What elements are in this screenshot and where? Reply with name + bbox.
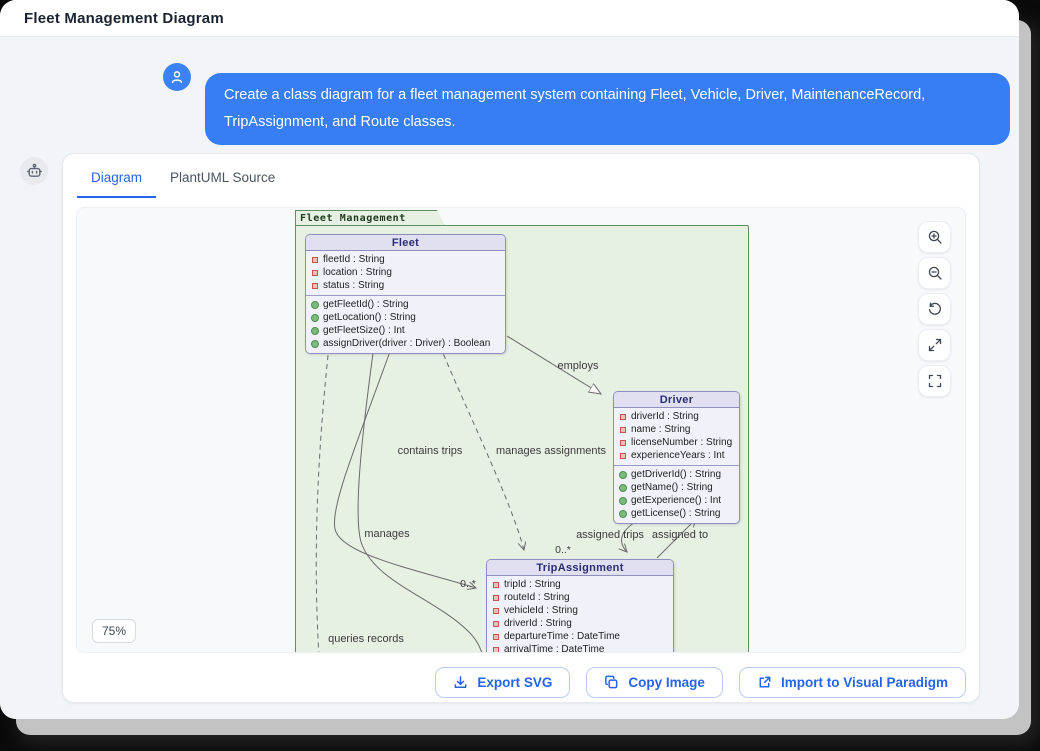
zoom-out-button[interactable]	[918, 257, 951, 289]
attribute-icon	[312, 257, 318, 263]
class-attribute: arrivalTime : DateTime	[504, 644, 604, 653]
class-tripassignment: TripAssignment tripId : String routeId :…	[486, 559, 674, 653]
reset-icon	[927, 301, 943, 317]
class-attribute: tripId : String	[504, 579, 561, 590]
attribute-icon	[312, 283, 318, 289]
expand-button[interactable]	[918, 329, 951, 361]
diagram-canvas[interactable]: Fleet Management System	[76, 207, 966, 653]
page-title: Fleet Management Diagram	[24, 10, 224, 27]
zoom-out-icon	[927, 265, 943, 281]
edge-queries-records	[316, 346, 329, 653]
edge-label: assigned trips	[576, 529, 644, 541]
class-method: getFleetId() : String	[323, 299, 409, 310]
method-icon	[311, 314, 319, 322]
tab-bar: Diagram PlantUML Source	[63, 154, 979, 198]
class-method: getFleetSize() : Int	[323, 325, 405, 336]
edge-label: manages assignments	[496, 445, 607, 457]
class-method: getDriverId() : String	[631, 469, 721, 480]
zoom-level-badge: 75%	[92, 619, 136, 643]
diagram-panel: Diagram PlantUML Source Fleet Management…	[62, 153, 980, 703]
copy-image-button[interactable]: Copy Image	[586, 667, 723, 698]
attribute-icon	[493, 634, 499, 640]
tab-diagram[interactable]: Diagram	[77, 160, 156, 198]
class-method: assignDriver(driver : Driver) : Boolean	[323, 338, 490, 349]
attribute-icon	[493, 647, 499, 653]
class-driver: Driver driverId : String name : String l…	[613, 391, 740, 524]
expand-icon	[927, 337, 943, 353]
attribute-icon	[312, 270, 318, 276]
zoom-in-icon	[927, 229, 943, 245]
method-icon	[311, 301, 319, 309]
attribute-icon	[620, 427, 626, 433]
button-label: Import to Visual Paradigm	[781, 675, 948, 690]
class-attribute: name : String	[631, 424, 690, 435]
app-window: Fleet Management Diagram Create a class …	[0, 0, 1019, 719]
attribute-icon	[620, 414, 626, 420]
class-attribute: location : String	[323, 267, 392, 278]
attribute-icon	[620, 453, 626, 459]
attribute-icon	[493, 608, 499, 614]
fullscreen-icon	[927, 373, 943, 389]
button-label: Copy Image	[628, 675, 705, 690]
user-message-bubble: Create a class diagram for a fleet manag…	[205, 73, 1010, 145]
assistant-avatar	[20, 157, 48, 185]
method-icon	[619, 497, 627, 505]
edge-label: manages	[364, 528, 410, 540]
copy-icon	[604, 675, 619, 690]
attribute-icon	[493, 621, 499, 627]
attribute-icon	[493, 582, 499, 588]
import-to-visual-paradigm-button[interactable]: Import to Visual Paradigm	[739, 667, 966, 698]
action-buttons: Export SVG Copy Image Import to Visual P…	[435, 667, 966, 698]
edge-manages	[358, 346, 483, 653]
class-title: TripAssignment	[487, 560, 673, 576]
class-attribute: routeId : String	[504, 592, 570, 603]
person-icon	[169, 69, 185, 85]
edge-contains-trips	[334, 346, 476, 588]
edge-label: contains trips	[398, 445, 463, 457]
class-attribute: vehicleId : String	[504, 605, 578, 616]
attribute-icon	[493, 595, 499, 601]
class-title: Driver	[614, 392, 739, 408]
multiplicity-label: 0..*	[555, 544, 571, 556]
zoom-controls	[918, 221, 951, 397]
robot-icon	[26, 163, 43, 180]
fullscreen-button[interactable]	[918, 365, 951, 397]
method-icon	[619, 484, 627, 492]
method-icon	[311, 340, 319, 348]
class-method: getLicense() : String	[631, 508, 721, 519]
method-icon	[311, 327, 319, 335]
class-attribute: driverId : String	[504, 618, 572, 629]
reset-view-button[interactable]	[918, 293, 951, 325]
edge-label: employs	[558, 360, 599, 372]
class-attribute: departureTime : DateTime	[504, 631, 620, 642]
tab-plantuml-source[interactable]: PlantUML Source	[156, 160, 289, 198]
class-fleet: Fleet fleetId : String location : String…	[305, 234, 506, 354]
zoom-in-button[interactable]	[918, 221, 951, 253]
user-avatar	[163, 63, 191, 91]
edge-label: assigned to	[652, 529, 708, 541]
download-icon	[453, 675, 468, 690]
class-attribute: experienceYears : Int	[631, 450, 725, 461]
class-attribute: driverId : String	[631, 411, 699, 422]
attribute-icon	[620, 440, 626, 446]
class-attribute: licenseNumber : String	[631, 437, 732, 448]
export-svg-button[interactable]: Export SVG	[435, 667, 570, 698]
method-icon	[619, 510, 627, 518]
class-attribute: status : String	[323, 280, 384, 291]
class-method: getName() : String	[631, 482, 713, 493]
class-method: getLocation() : String	[323, 312, 416, 323]
external-link-icon	[757, 675, 772, 690]
window-header: Fleet Management Diagram	[0, 0, 1019, 37]
class-method: getExperience() : Int	[631, 495, 721, 506]
multiplicity-label: 0..*	[460, 578, 476, 590]
chat-content: Create a class diagram for a fleet manag…	[0, 37, 1019, 719]
class-attribute: fleetId : String	[323, 254, 385, 265]
method-icon	[619, 471, 627, 479]
class-title: Fleet	[306, 235, 505, 251]
button-label: Export SVG	[477, 675, 552, 690]
edge-label: queries records	[328, 633, 404, 645]
